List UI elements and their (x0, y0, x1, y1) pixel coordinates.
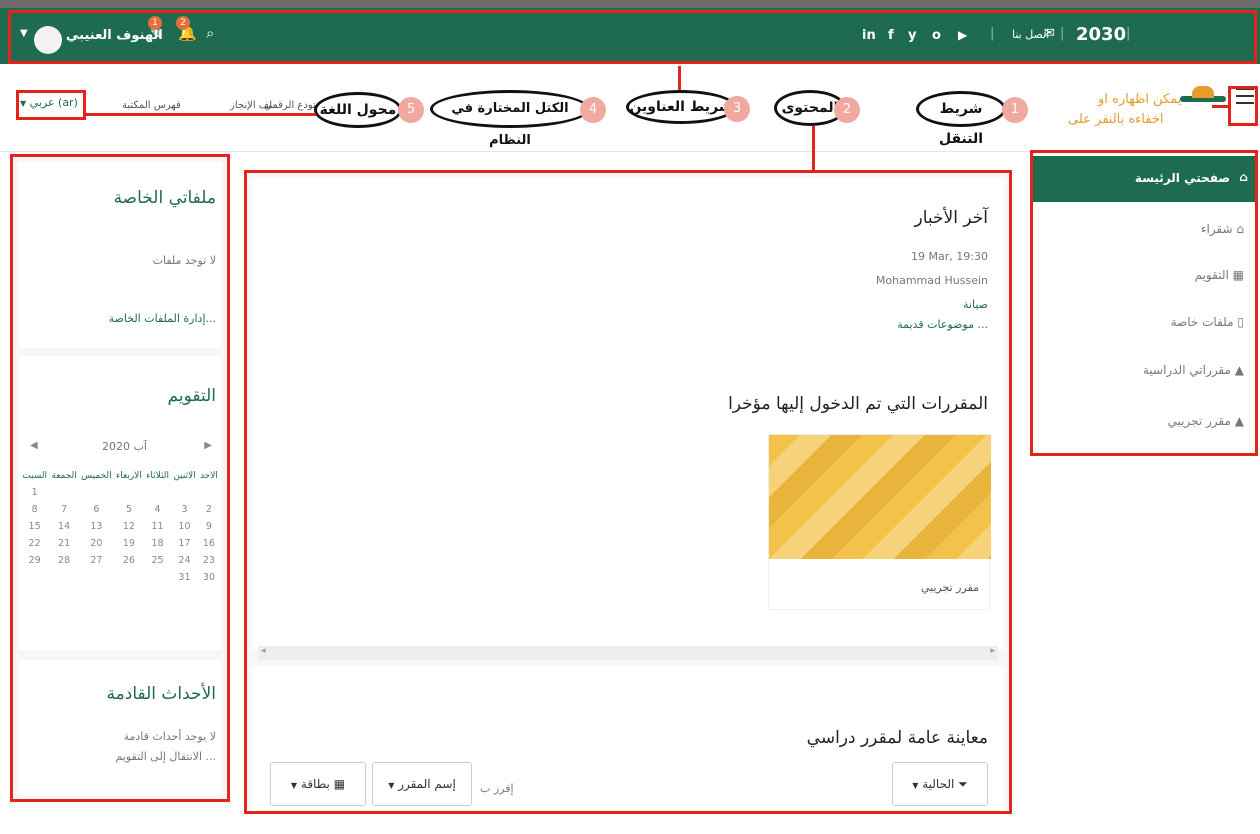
annotation-arrow (812, 126, 815, 170)
annotation-number-3: 3 (724, 96, 750, 122)
annotation-header-box (8, 10, 1257, 64)
annotation-number-2: 2 (834, 97, 860, 123)
annotation-label-blocks: الكتل المختارة في النظام (430, 90, 590, 148)
hint-text-2: اخفاءه بالنقر على (1068, 112, 1164, 127)
annotation-label-nav: شريط التنقل (916, 91, 1006, 147)
menu-link-library[interactable]: فهرس المكتبة (122, 100, 181, 111)
annotation-label-titles: شريط العناوين (626, 90, 736, 124)
annotation-label-language: محول اللغة (314, 92, 402, 128)
university-logo (1180, 86, 1226, 116)
annotation-content-box (244, 170, 1012, 814)
annotation-number-4: 4 (580, 97, 606, 123)
window-top-band (0, 0, 1260, 8)
annotation-arrow (678, 66, 681, 90)
annotation-nav-box (1030, 150, 1258, 456)
hint-text-1: يمكن اظهاره او (1098, 92, 1182, 107)
annotation-arrow (1212, 105, 1230, 108)
annotation-lang-box (16, 90, 86, 120)
annotation-number-5: 5 (398, 97, 424, 123)
annotation-arrow (86, 113, 316, 116)
annotation-menu-box (1228, 86, 1258, 126)
annotation-number-1: 1 (1002, 97, 1028, 123)
annotation-blocks-box (10, 154, 230, 802)
